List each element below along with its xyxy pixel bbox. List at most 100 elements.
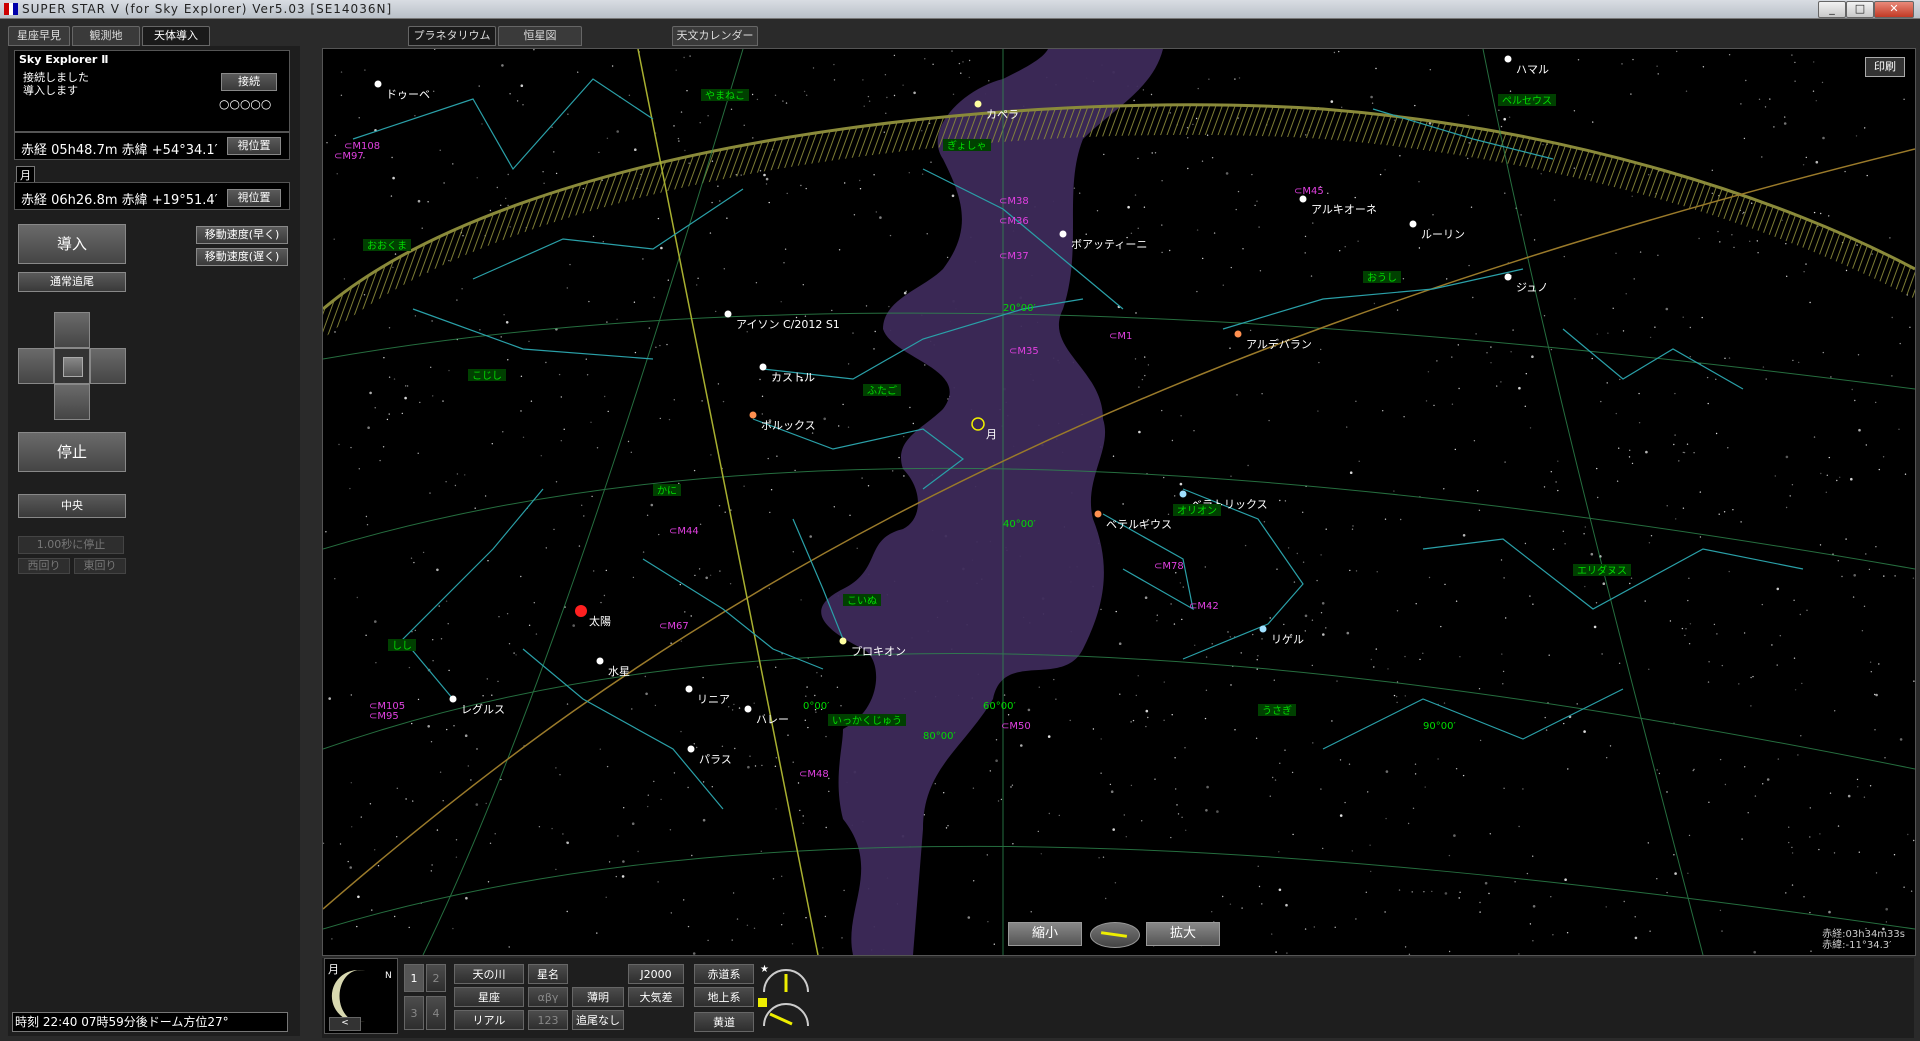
background-star: [388, 413, 390, 415]
speed-slow-button[interactable]: 移動速度(遅く): [196, 248, 288, 266]
center-button[interactable]: 中央: [18, 494, 126, 518]
tab-tentai-dounyuu[interactable]: 天体導入: [142, 26, 210, 46]
dpad-down-button[interactable]: [54, 384, 90, 420]
background-star: [1792, 359, 1794, 362]
tab-kansokuchi[interactable]: 観測地: [72, 26, 140, 46]
background-star: [1750, 676, 1752, 679]
goto-button[interactable]: 導入: [18, 224, 126, 264]
east-rotation-button[interactable]: 東回り: [74, 558, 126, 574]
background-star: [1904, 473, 1907, 475]
sky-canvas[interactable]: ドゥーベカペラ ハマルアルキオーネルーリンボアッティーニジュノアイソン C/201…: [323, 49, 1915, 955]
milky-way-toggle[interactable]: 天の川: [454, 964, 524, 984]
background-star: [578, 545, 581, 547]
background-star: [1143, 206, 1146, 208]
moon-prev-button[interactable]: <: [329, 1017, 361, 1031]
background-star: [448, 669, 450, 672]
print-button[interactable]: 印刷: [1865, 57, 1905, 77]
page-1-button[interactable]: 1: [404, 964, 424, 992]
background-star: [711, 201, 713, 204]
background-star: [946, 256, 949, 259]
page-2-button[interactable]: 2: [426, 964, 446, 992]
background-star: [343, 278, 346, 280]
star-label: ドゥーベ: [386, 88, 430, 101]
constellation-toggle[interactable]: 星座: [454, 987, 524, 1007]
constellation-label: こじし: [472, 370, 502, 382]
sky-chart[interactable]: ドゥーベ カペラ ハマル アルキオーネ ルーリン ボアッティーニ ジュノ アイソン C/201…: [322, 48, 1916, 956]
background-star: [1724, 357, 1726, 359]
background-star: [1727, 447, 1729, 449]
background-star: [396, 836, 398, 838]
realtime-toggle[interactable]: リアル: [454, 1010, 524, 1030]
background-star: [520, 410, 522, 412]
background-star: [1137, 157, 1139, 160]
tracking-button[interactable]: 通常追尾: [18, 272, 126, 292]
background-star: [1698, 237, 1700, 240]
auto-stop-button[interactable]: 1.00秒に停止: [18, 536, 124, 554]
background-star: [1181, 816, 1183, 818]
background-star: [1206, 785, 1209, 789]
page-4-button[interactable]: 4: [426, 996, 446, 1030]
star-name-toggle[interactable]: 星名: [528, 964, 568, 984]
connect-button[interactable]: 接続: [221, 73, 277, 91]
zoom-dial[interactable]: [1090, 922, 1140, 948]
background-star: [414, 115, 416, 117]
background-star: [1237, 190, 1240, 193]
refraction-toggle[interactable]: 大気差: [628, 987, 684, 1007]
background-star: [1259, 270, 1262, 272]
dpad-left-button[interactable]: [18, 348, 54, 384]
maximize-button[interactable]: □: [1846, 1, 1874, 18]
zoom-out-button[interactable]: 縮小: [1008, 922, 1082, 946]
background-star: [533, 602, 535, 604]
background-star: [1161, 409, 1163, 412]
number-toggle[interactable]: 123: [528, 1010, 568, 1030]
background-star: [1820, 472, 1822, 475]
background-star: [1227, 631, 1229, 633]
speed-fast-button[interactable]: 移動速度(早く): [196, 226, 288, 244]
greek-letter-toggle[interactable]: αβγ: [528, 987, 568, 1007]
ecliptic-toggle[interactable]: 黄道: [694, 1012, 754, 1032]
tab-tenmon-calendar[interactable]: 天文カレンダー: [672, 26, 758, 46]
west-rotation-button[interactable]: 西回り: [18, 558, 70, 574]
background-star: [1815, 160, 1819, 164]
equatorial-toggle[interactable]: 赤道系: [694, 964, 754, 984]
dpad-center-button[interactable]: [63, 357, 83, 377]
target-view-button[interactable]: 視位置: [227, 189, 281, 207]
constellation-label: こいぬ: [847, 595, 877, 607]
background-star: [1685, 628, 1687, 630]
background-star: [1311, 664, 1313, 667]
close-button[interactable]: ✕: [1874, 1, 1914, 18]
page-3-button[interactable]: 3: [404, 996, 424, 1030]
background-star: [542, 171, 544, 173]
background-star: [1344, 246, 1346, 248]
tab-planetarium[interactable]: プラネタリウム: [408, 26, 496, 46]
device-status-2: 導入します: [23, 84, 78, 97]
background-star: [427, 725, 430, 728]
background-star: [960, 72, 962, 74]
background-star: [824, 915, 827, 918]
device-view-button[interactable]: 視位置: [227, 137, 281, 155]
no-tracking-toggle[interactable]: 追尾なし: [572, 1010, 624, 1030]
stop-button[interactable]: 停止: [18, 432, 126, 472]
background-star: [1150, 93, 1153, 96]
background-star: [505, 321, 509, 324]
tab-kouseizu[interactable]: 恒星図: [498, 26, 582, 46]
background-star: [1791, 852, 1794, 854]
horizontal-toggle[interactable]: 地上系: [694, 987, 754, 1007]
zoom-in-button[interactable]: 拡大: [1146, 922, 1220, 946]
background-star: [1721, 930, 1723, 932]
dpad-right-button[interactable]: [90, 348, 126, 384]
background-star: [792, 551, 794, 553]
background-star: [1373, 666, 1375, 668]
background-star: [1170, 836, 1172, 839]
twilight-toggle[interactable]: 薄明: [572, 987, 624, 1007]
background-star: [1771, 644, 1773, 646]
minimize-button[interactable]: _: [1818, 1, 1846, 18]
star-label: リゲル: [1271, 633, 1304, 646]
dpad-up-button[interactable]: [54, 312, 90, 348]
background-star: [1255, 737, 1258, 739]
background-star: [1175, 788, 1177, 790]
background-star: [1666, 791, 1668, 793]
j2000-toggle[interactable]: J2000: [628, 964, 684, 984]
tab-seiza-hayami[interactable]: 星座早見: [8, 26, 70, 46]
background-star: [1500, 559, 1503, 561]
